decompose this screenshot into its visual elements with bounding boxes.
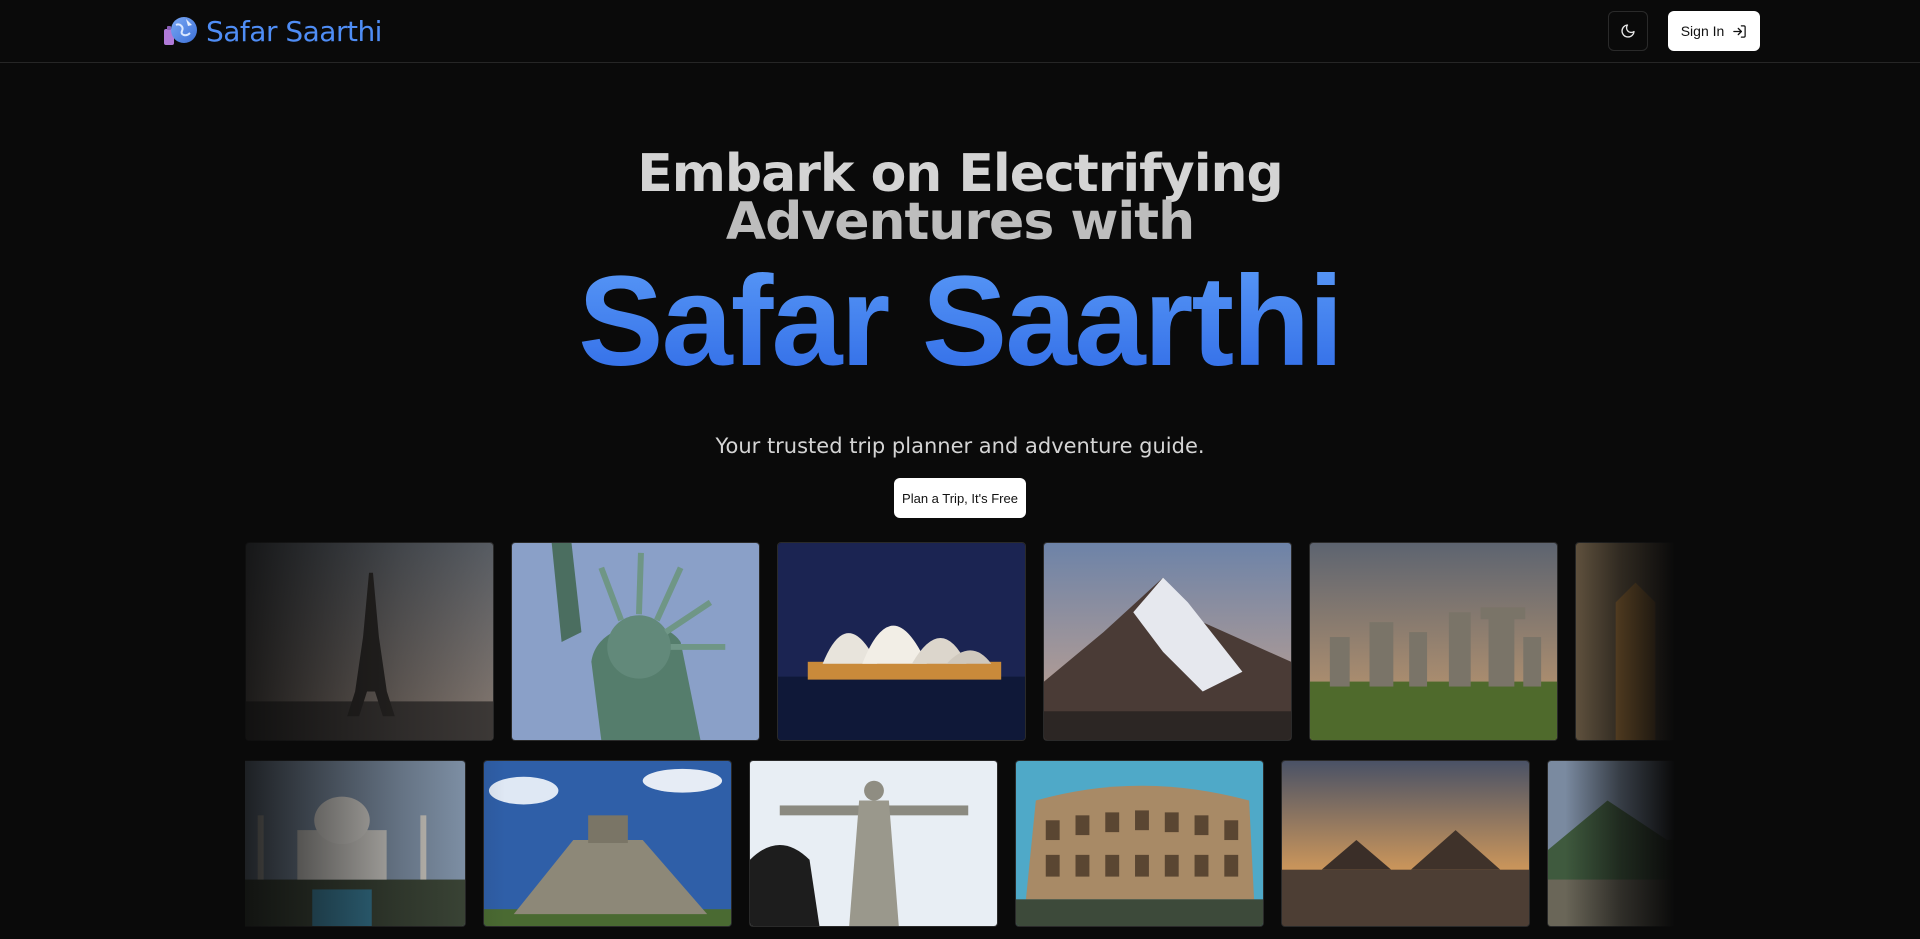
destination-gallery <box>245 540 1675 939</box>
colosseum-image <box>1015 760 1264 927</box>
hero-section: Embark on Electrifying Adventures with S… <box>0 144 1920 392</box>
sign-in-label: Sign In <box>1680 23 1725 39</box>
christ-the-redeemer-image <box>749 760 998 927</box>
hero-line-1: Embark on Electrifying <box>637 144 1284 204</box>
temple-image <box>1575 542 1675 741</box>
chichen-itza-image <box>483 760 732 927</box>
stonehenge-image <box>1309 542 1558 741</box>
gallery-row-2 <box>245 760 1675 927</box>
sign-in-icon <box>1733 24 1747 38</box>
sign-in-button[interactable]: Sign In <box>1668 11 1760 51</box>
hero-heading: Embark on Electrifying Adventures with S… <box>0 144 1920 392</box>
hero-line-2: Adventures with <box>725 192 1195 252</box>
sydney-opera-house-image <box>777 542 1026 741</box>
tagline: Your trusted trip planner and adventure … <box>715 434 1205 458</box>
theme-toggle-button[interactable] <box>1608 11 1648 51</box>
logo-icon <box>164 17 197 45</box>
pyramids-of-giza-image <box>1281 760 1530 927</box>
brand-name: Safar Saarthi <box>206 14 382 48</box>
navbar: Safar Saarthi Sign In <box>0 0 1920 63</box>
moon-icon <box>1621 24 1635 38</box>
mount-everest-image <box>1043 542 1292 741</box>
gallery-row-1 <box>245 542 1675 741</box>
machu-picchu-image <box>1547 760 1675 927</box>
brand-link[interactable]: Safar Saarthi <box>162 13 382 49</box>
plan-trip-button[interactable]: Plan a Trip, It's Free <box>894 478 1026 518</box>
hero-brand: Safar Saarthi <box>0 252 1920 392</box>
statue-of-liberty-image <box>511 542 760 741</box>
taj-mahal-image <box>245 760 466 927</box>
eiffel-tower-image <box>245 542 494 741</box>
